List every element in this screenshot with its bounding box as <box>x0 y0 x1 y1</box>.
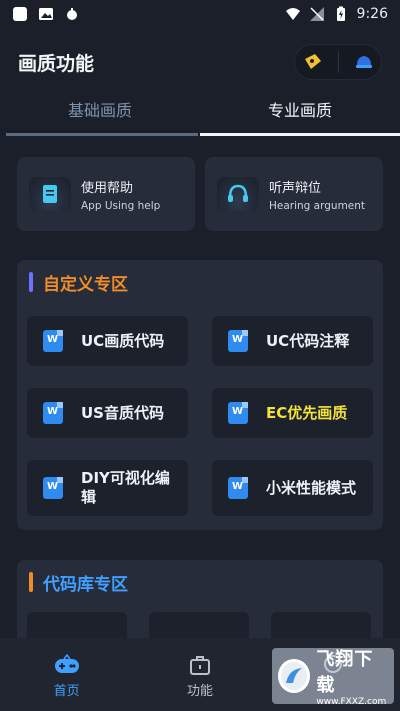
briefcase-icon <box>189 656 210 675</box>
watermark-main-text: 飞翔下载 <box>316 649 374 696</box>
word-doc-icon: W <box>43 402 63 424</box>
section-header: 自定义专区 <box>29 270 373 295</box>
tab-indicator <box>200 133 400 136</box>
bell-icon[interactable] <box>354 53 374 71</box>
code-item-uc-quality[interactable]: W UC画质代码 <box>27 316 188 366</box>
custom-section: 自定义专区 W UC画质代码 W UC代码注释 W US音质代码 W EC优先画… <box>17 260 383 530</box>
code-item-label: UC画质代码 <box>81 331 165 350</box>
code-item-us-audio[interactable]: W US音质代码 <box>27 388 188 438</box>
pill-divider <box>337 51 339 73</box>
section-accent-bar <box>29 272 33 292</box>
status-system: 9:26 <box>285 6 388 22</box>
bug-notification-icon <box>67 8 77 20</box>
headphones-icon <box>217 177 259 211</box>
watermark-sub-text: www.FXXZ.com <box>316 697 387 707</box>
code-item-label: US音质代码 <box>81 403 164 422</box>
tab-indicator <box>6 133 198 136</box>
word-doc-icon: W <box>228 330 248 352</box>
code-item-diy-editor[interactable]: W DIY可视化编辑 <box>27 460 188 516</box>
nav-features[interactable]: 功能 <box>133 638 266 711</box>
ticket-icon[interactable] <box>303 53 323 71</box>
tab-label: 基础画质 <box>67 101 132 120</box>
word-doc-icon: W <box>43 477 63 499</box>
word-doc-icon: W <box>43 330 63 352</box>
hearing-card[interactable]: 听声辩位 Hearing argument <box>205 157 383 231</box>
tab-bar: 基础画质 专业画质 <box>0 94 400 138</box>
header-action-pill <box>294 44 382 80</box>
code-item-label: DIY可视化编辑 <box>81 469 170 506</box>
wifi-icon <box>285 8 300 20</box>
nav-home[interactable]: 首页 <box>0 638 133 711</box>
nav-label: 功能 <box>186 684 213 699</box>
section-title: 自定义专区 <box>43 274 128 295</box>
signal-off-icon <box>309 7 324 21</box>
code-item-xiaomi-performance[interactable]: W 小米性能模式 <box>212 460 373 516</box>
code-item-ec-priority[interactable]: W EC优先画质 <box>212 388 373 438</box>
help-card[interactable]: 使用帮助 App Using help <box>17 157 195 231</box>
tab-label: 专业画质 <box>267 101 332 120</box>
status-notifications <box>12 6 80 22</box>
image-notification-icon <box>39 8 53 20</box>
main-content: 使用帮助 App Using help 听声辩位 Hearing argumen… <box>0 150 400 652</box>
section-accent-bar <box>29 572 33 592</box>
nav-label: 首页 <box>53 684 80 699</box>
help-subtitle: App Using help <box>81 199 161 212</box>
tab-pro-quality[interactable]: 专业画质 <box>200 94 400 138</box>
code-item-label: 小米性能模式 <box>266 478 357 497</box>
tab-basic-quality[interactable]: 基础画质 <box>0 94 200 138</box>
code-grid: W UC画质代码 W UC代码注释 W US音质代码 W EC优先画质 W DI… <box>27 316 373 516</box>
status-bar: 9:26 <box>0 0 400 28</box>
hearing-title: 听声辩位 <box>269 180 322 196</box>
watermark-logo-icon <box>278 659 311 693</box>
code-item-uc-comments[interactable]: W UC代码注释 <box>212 316 373 366</box>
page-title: 画质功能 <box>18 52 95 75</box>
help-title: 使用帮助 <box>81 180 134 196</box>
word-doc-icon: W <box>228 402 248 424</box>
section-title: 代码库专区 <box>43 574 128 595</box>
gamepad-icon <box>54 654 79 673</box>
battery-charging-icon <box>336 6 345 21</box>
hearing-subtitle: Hearing argument <box>269 199 366 212</box>
header: 画质功能 <box>0 40 400 84</box>
document-icon <box>29 177 71 211</box>
section-header: 代码库专区 <box>29 570 373 595</box>
quick-actions: 使用帮助 App Using help 听声辩位 Hearing argumen… <box>0 157 400 231</box>
word-doc-icon: W <box>228 477 248 499</box>
app-notification-icon <box>13 7 27 21</box>
code-item-label: UC代码注释 <box>266 331 350 350</box>
status-time: 9:26 <box>356 6 388 22</box>
watermark: 飞翔下载 www.FXXZ.com <box>272 648 394 707</box>
code-item-label: EC优先画质 <box>266 403 348 422</box>
